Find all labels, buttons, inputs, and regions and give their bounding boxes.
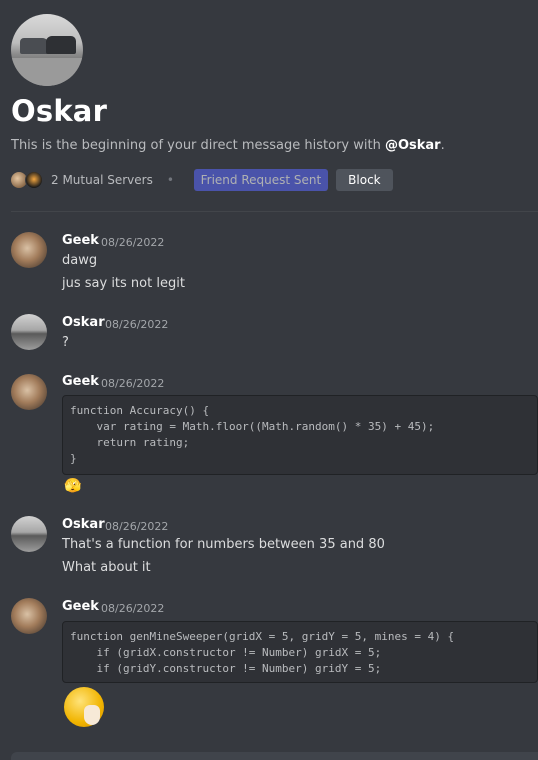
message-timestamp: 08/26/2022 bbox=[101, 236, 165, 249]
message-author[interactable]: Geek bbox=[62, 233, 99, 248]
avatar[interactable] bbox=[11, 516, 47, 552]
message-author[interactable]: Oskar bbox=[62, 517, 105, 532]
code-block: function genMineSweeper(gridX = 5, gridY… bbox=[62, 621, 538, 683]
avatar[interactable] bbox=[11, 232, 47, 268]
profile-name: Oskar bbox=[11, 94, 108, 128]
message-timestamp: 08/26/2022 bbox=[105, 318, 169, 331]
message-author[interactable]: Geek bbox=[62, 599, 99, 614]
avatar[interactable] bbox=[11, 314, 47, 350]
avatar-ground bbox=[11, 58, 83, 86]
block-button[interactable]: Block bbox=[335, 169, 393, 191]
dm-intro-text: This is the beginning of your direct mes… bbox=[11, 138, 445, 153]
server-icon-2 bbox=[25, 171, 43, 189]
friend-request-sent-button[interactable]: Friend Request Sent bbox=[193, 169, 328, 191]
profile-avatar[interactable] bbox=[11, 14, 83, 86]
emoji-hand bbox=[84, 705, 100, 725]
message-timestamp: 08/26/2022 bbox=[101, 377, 165, 390]
message-text: ? bbox=[62, 335, 69, 350]
message-text: What about it bbox=[62, 560, 151, 575]
peeking-emoji: 🫣 bbox=[64, 478, 82, 494]
message-timestamp: 08/26/2022 bbox=[101, 602, 165, 615]
code-block: function Accuracy() { var rating = Math.… bbox=[62, 395, 538, 475]
avatar[interactable] bbox=[11, 598, 47, 634]
mutual-row: 2 Mutual Servers • Friend Request Sent B… bbox=[11, 169, 393, 191]
divider bbox=[11, 211, 538, 212]
message-text: jus say its not legit bbox=[62, 276, 185, 291]
intro-handle: @Oskar bbox=[384, 138, 441, 153]
message-author[interactable]: Geek bbox=[62, 374, 99, 389]
dm-header: Oskar This is the beginning of your dire… bbox=[0, 0, 538, 213]
separator-dot: • bbox=[166, 173, 174, 187]
message-author[interactable]: Oskar bbox=[62, 315, 105, 330]
message-text: That's a function for numbers between 35… bbox=[62, 537, 385, 552]
avatar-car-right bbox=[46, 36, 76, 54]
thinking-face-emoji bbox=[64, 687, 104, 727]
message-text: dawg bbox=[62, 253, 98, 268]
message-input-bar[interactable] bbox=[11, 752, 538, 760]
mutual-servers-link[interactable]: 2 Mutual Servers bbox=[51, 173, 153, 187]
intro-suffix: . bbox=[440, 138, 445, 153]
intro-prefix: This is the beginning of your direct mes… bbox=[11, 138, 385, 153]
avatar[interactable] bbox=[11, 374, 47, 410]
message-timestamp: 08/26/2022 bbox=[105, 520, 169, 533]
